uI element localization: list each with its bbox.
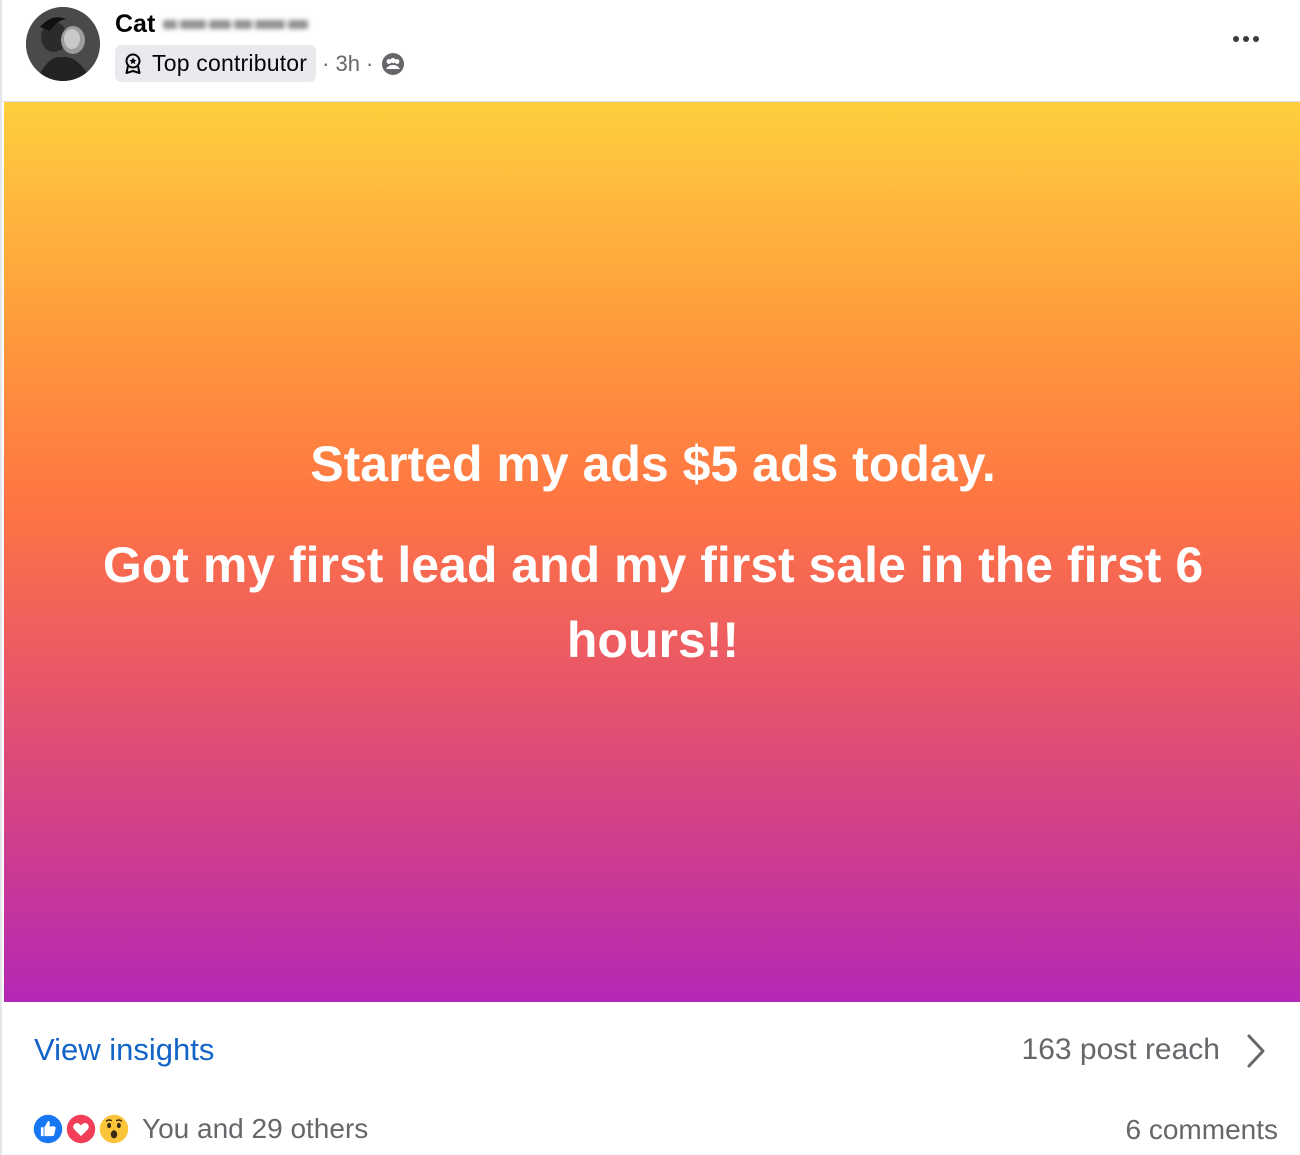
like-icon	[30, 1111, 66, 1147]
post-text-line-1: Started my ads $5 ads today.	[310, 435, 996, 492]
comments-count[interactable]: 6 comments	[1126, 1114, 1279, 1146]
background-text-post: Started my ads $5 ads today. Got my firs…	[4, 102, 1300, 1002]
top-contributor-badge[interactable]: Top contributor	[115, 45, 317, 82]
view-insights-link[interactable]: View insights	[34, 1032, 214, 1068]
badge-label: Top contributor	[152, 50, 308, 76]
reaction-summary[interactable]: You and 29 others	[142, 1113, 368, 1145]
author-name[interactable]: Cat	[115, 10, 155, 39]
feed-post: Cat Top contributor · 3h · Started my ad…	[0, 0, 1300, 1155]
more-options-icon[interactable]	[1226, 22, 1266, 56]
post-reach[interactable]: 163 post reach	[1022, 1033, 1220, 1067]
reaction-icons[interactable]	[30, 1111, 134, 1147]
avatar-photo	[26, 7, 100, 81]
post-meta: Top contributor · 3h ·	[115, 45, 405, 82]
post-header: Cat Top contributor · 3h ·	[2, 0, 1300, 102]
chevron-right-icon[interactable]	[1244, 1031, 1268, 1071]
author-avatar[interactable]	[26, 7, 100, 81]
love-icon	[63, 1111, 99, 1147]
redacted-last-name	[163, 16, 311, 32]
group-members-icon[interactable]	[381, 52, 405, 76]
reactions-row: You and 29 others 6 comments	[2, 1100, 1300, 1155]
wow-icon	[96, 1111, 132, 1147]
author-row: Cat	[115, 8, 311, 40]
top-contributor-icon	[125, 53, 141, 74]
post-text-line-2: Got my first lead and my first sale in t…	[102, 536, 1204, 668]
post-timestamp[interactable]: 3h	[335, 51, 359, 77]
meta-separator: ·	[365, 50, 374, 76]
meta-separator: ·	[322, 50, 330, 76]
insights-row: View insights 163 post reach	[2, 1002, 1300, 1092]
